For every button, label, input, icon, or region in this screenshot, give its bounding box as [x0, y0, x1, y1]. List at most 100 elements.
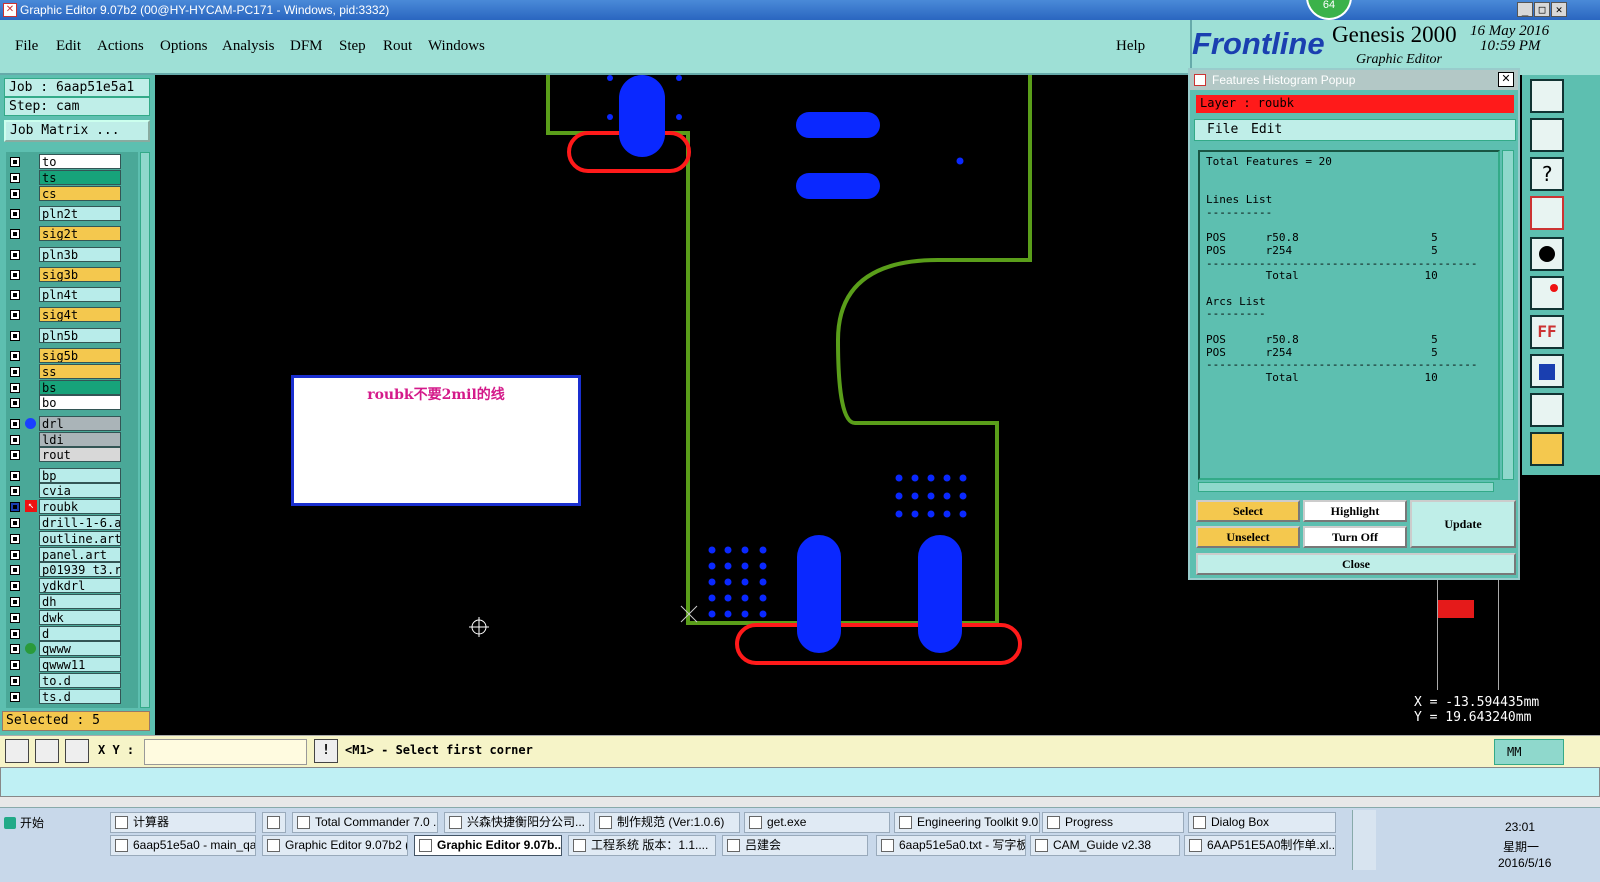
layer-checkbox[interactable]	[10, 549, 20, 560]
task-get-exe[interactable]: get.exe	[744, 812, 890, 833]
layer-checkbox[interactable]	[10, 269, 20, 280]
layer-name[interactable]: rout	[39, 447, 121, 463]
minimize-button[interactable]: _	[1517, 2, 1533, 17]
layer-checkbox[interactable]	[10, 188, 20, 199]
route-icon[interactable]	[1530, 393, 1564, 427]
layer-checkbox[interactable]	[10, 502, 20, 513]
alert-icon[interactable]: !	[314, 739, 338, 763]
menu-step[interactable]: Step	[339, 38, 366, 55]
layer-checkbox[interactable]	[10, 660, 20, 671]
layer-name[interactable]: ts	[39, 169, 121, 185]
layer-row-panel-art[interactable]: panel.art	[6, 546, 138, 562]
layer-checkbox[interactable]	[10, 676, 20, 686]
language-bar[interactable]	[1352, 810, 1376, 870]
zoom-window-icon[interactable]	[1530, 79, 1564, 113]
tool-icon-1[interactable]	[5, 739, 29, 763]
histogram-scrollbar[interactable]	[1502, 150, 1514, 480]
grid-icon[interactable]	[65, 739, 89, 763]
xy-input[interactable]	[144, 739, 307, 765]
task-dialog-box[interactable]: Dialog Box	[1188, 812, 1336, 833]
layer-checkbox[interactable]	[10, 434, 20, 445]
layer-list-scrollbar[interactable]	[140, 152, 150, 708]
menu-file[interactable]: File	[15, 38, 38, 55]
layer-name[interactable]: bo	[39, 395, 121, 411]
layer-name[interactable]: to	[39, 154, 121, 169]
histogram-hscrollbar[interactable]	[1198, 482, 1494, 492]
layer-checkbox[interactable]	[10, 172, 20, 183]
layer-name[interactable]: pln2t	[39, 205, 121, 221]
layer-checkbox[interactable]	[10, 398, 20, 409]
layer-checkbox[interactable]	[10, 310, 20, 321]
task-spec[interactable]: 制作规范 (Ver:1.0.6)	[594, 812, 740, 833]
task-graphic-editor-1[interactable]: Graphic Editor 9.07b2 (...	[262, 835, 408, 856]
close-window-button[interactable]: ✕	[1551, 2, 1567, 17]
layer-row-outline-art[interactable]: outline.art	[6, 530, 138, 546]
task-engineering-system[interactable]: 工程系统 版本：1.1....	[568, 835, 716, 856]
layer-checkbox[interactable]	[10, 628, 20, 639]
layer-checkbox[interactable]	[10, 644, 20, 655]
layer-name[interactable]: qwww	[39, 641, 121, 657]
layer-checkbox[interactable]	[10, 565, 20, 576]
layer-row-bs[interactable]: bs	[6, 379, 138, 395]
layer-checkbox[interactable]	[10, 418, 20, 429]
layer-name[interactable]: drl	[39, 415, 121, 431]
menu-options[interactable]: Options	[160, 38, 208, 55]
layer-checkbox[interactable]	[10, 533, 20, 544]
layer-name[interactable]: bs	[39, 379, 121, 395]
menu-rout[interactable]: Rout	[383, 38, 412, 55]
help-icon[interactable]: ?	[1530, 157, 1564, 191]
update-button[interactable]: Update	[1410, 500, 1516, 548]
layer-name[interactable]: p01939_t3.rout	[39, 562, 121, 578]
measure-icon[interactable]	[1530, 276, 1564, 310]
highlight-button[interactable]: Highlight	[1303, 500, 1407, 522]
maximize-button[interactable]: □	[1534, 2, 1550, 17]
task-user[interactable]: 吕建会	[722, 835, 868, 856]
layer-name[interactable]: drill-1-6.art	[39, 515, 121, 530]
layer-row-pln4t[interactable]: pln4t	[6, 287, 138, 303]
layer-checkbox[interactable]	[10, 290, 20, 301]
layer-name[interactable]: panel.art	[39, 546, 121, 562]
layer-row-ydkdrl[interactable]: ydkdrl	[6, 578, 138, 594]
task-engineering-toolkit[interactable]: Engineering Toolkit 9.0...	[894, 812, 1040, 833]
select-button[interactable]: Select	[1196, 500, 1300, 522]
layer-row-sig5b[interactable]: sig5b	[6, 348, 138, 363]
layer-name[interactable]: pln3b	[39, 246, 121, 262]
netlist-icon[interactable]	[1530, 196, 1564, 230]
layer-checkbox[interactable]	[10, 157, 20, 167]
layer-checkbox[interactable]	[10, 612, 20, 623]
layer-name[interactable]: cs	[39, 185, 121, 201]
unselect-button[interactable]: Unselect	[1196, 526, 1300, 548]
snap-icon[interactable]	[1530, 118, 1564, 152]
layer-row-sig3b[interactable]: sig3b	[6, 266, 138, 282]
layer-name[interactable]: ts.d	[39, 688, 121, 704]
layer-name[interactable]: ldi	[39, 431, 121, 447]
task-main-qa[interactable]: 6aap51e5a0 - main_qa	[110, 835, 256, 856]
layer-name[interactable]: sig4t	[39, 307, 121, 323]
layer-name[interactable]: roubk	[39, 499, 121, 515]
layer-row-qwww11[interactable]: qwww11	[6, 657, 138, 673]
popup-menu-file[interactable]: File	[1207, 122, 1238, 137]
layer-row-cvia[interactable]: cvia	[6, 483, 138, 499]
layer-row-drill-1-6-art[interactable]: drill-1-6.art	[6, 515, 138, 530]
layer-name[interactable]: to.d	[39, 673, 121, 688]
layer-name[interactable]: bp	[39, 467, 121, 483]
layer-checkbox[interactable]	[10, 486, 20, 497]
layer-row-dh[interactable]: dh	[6, 594, 138, 609]
layer-name[interactable]: ydkdrl	[39, 578, 121, 594]
close-button[interactable]: Close	[1196, 553, 1516, 575]
layer-row-pln5b[interactable]: pln5b	[6, 327, 138, 343]
layer-row-ldi[interactable]: ldi	[6, 431, 138, 447]
layer-checkbox[interactable]	[10, 518, 20, 528]
task-calculator[interactable]: 计算器	[110, 812, 256, 833]
layer-name[interactable]: dwk	[39, 609, 121, 625]
layer-checkbox[interactable]	[10, 351, 20, 361]
layer-name[interactable]: pln4t	[39, 287, 121, 303]
task-company[interactable]: 兴森快捷衡阳分公司...	[444, 812, 590, 833]
layer-row-rout[interactable]: rout	[6, 447, 138, 463]
layer-name[interactable]: ss	[39, 363, 121, 379]
menu-windows[interactable]: Windows	[428, 38, 485, 55]
task-wordpad[interactable]: 6aap51e5a0.txt - 写字板	[876, 835, 1026, 856]
start-button[interactable]: 开始	[2, 812, 58, 834]
layer-row-ts-d[interactable]: ts.d	[6, 688, 138, 704]
layer-row-sig4t[interactable]: sig4t	[6, 307, 138, 323]
